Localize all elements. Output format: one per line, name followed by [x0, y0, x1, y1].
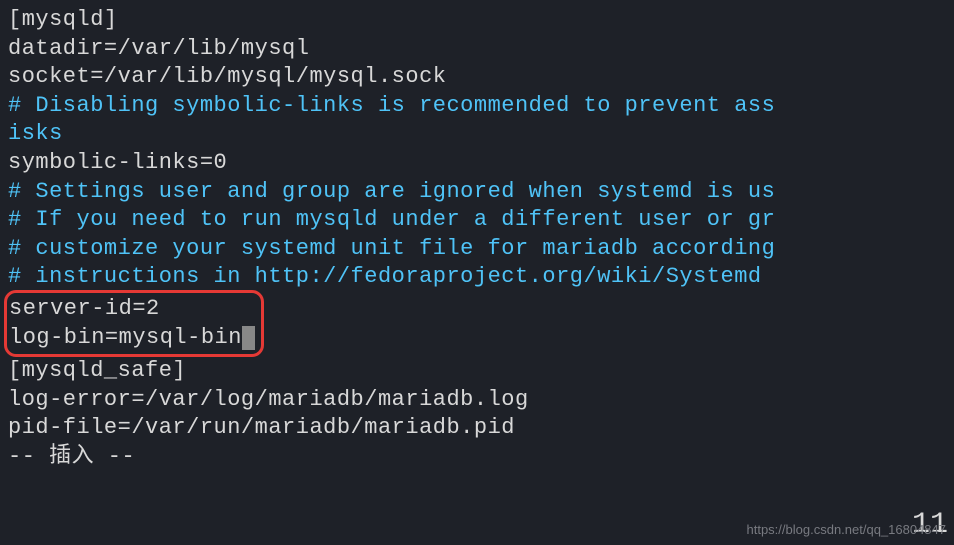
config-log-bin: log-bin=mysql-bin	[9, 325, 242, 350]
comment-symlinks-2: isks	[8, 120, 946, 149]
highlighted-config-box: server-id=2 log-bin=mysql-bin	[4, 290, 264, 357]
config-server-id: server-id=2	[9, 295, 255, 324]
config-socket: socket=/var/lib/mysql/mysql.sock	[8, 63, 946, 92]
comment-customize: # customize your systemd unit file for m…	[8, 235, 946, 264]
config-log-error: log-error=/var/log/mariadb/mariadb.log	[8, 386, 946, 415]
comment-instructions: # instructions in http://fedoraproject.o…	[8, 263, 946, 292]
config-symbolic-links: symbolic-links=0	[8, 149, 946, 178]
comment-symlinks-1: # Disabling symbolic-links is recommende…	[8, 92, 946, 121]
config-log-bin-line: log-bin=mysql-bin	[9, 324, 255, 353]
comment-run-mysqld: # If you need to run mysqld under a diff…	[8, 206, 946, 235]
cursor	[242, 326, 255, 350]
config-datadir: datadir=/var/lib/mysql	[8, 35, 946, 64]
vim-mode-indicator: -- 插入 --	[8, 443, 946, 472]
comment-settings: # Settings user and group are ignored wh…	[8, 178, 946, 207]
config-pid-file: pid-file=/var/run/mariadb/mariadb.pid	[8, 414, 946, 443]
config-section-mysqld: [mysqld]	[8, 6, 946, 35]
config-section-mysqld-safe: [mysqld_safe]	[8, 357, 946, 386]
watermark-text: https://blog.csdn.net/qq_16804847	[747, 522, 947, 539]
